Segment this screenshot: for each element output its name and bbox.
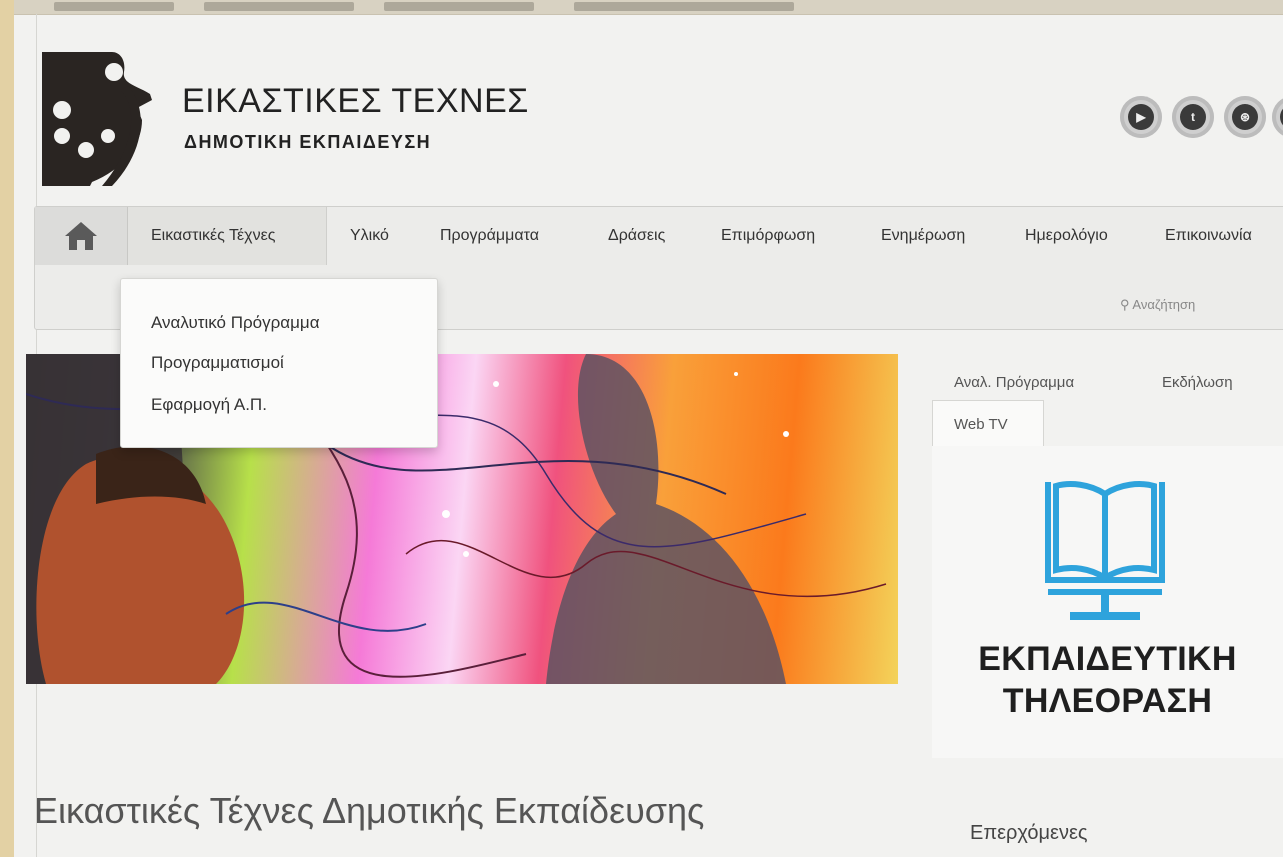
site-subtitle: ΔΗΜΟΤΙΚΗ ΕΚΠΑΙΔΕΥΣΗ	[184, 132, 432, 152]
home-button[interactable]	[35, 207, 128, 265]
sidebar-tabs: Αναλ. Πρόγραμμα Εκδήλωση Web TV	[932, 354, 1283, 447]
nav-item-contact[interactable]: Επικοινωνία	[1165, 227, 1252, 245]
more-social-button[interactable]	[1272, 96, 1283, 138]
dribbble-icon: ⊛	[1232, 104, 1258, 130]
sidebar: Αναλ. Πρόγραμμα Εκδήλωση Web TV ΕΚΠΑΙΔΕΥ…	[932, 354, 1283, 774]
nav-item-visual-arts[interactable]: Εικαστικές Τέχνες	[151, 227, 275, 245]
page-heading: Εικαστικές Τέχνες Δημοτικής Εκπαίδευσης	[34, 790, 705, 831]
nav-item-programs[interactable]: Προγράμματα	[440, 227, 539, 245]
nav-item-calendar[interactable]: Ημερολόγιο	[1025, 227, 1108, 245]
tv-title-line2: ΤΗΛΕΟΡΑΣΗ	[1002, 682, 1213, 720]
search-icon: ⚲	[1120, 297, 1133, 312]
upcoming-events-heading: Επερχόμενες	[970, 822, 1088, 844]
twitter-icon: t	[1180, 104, 1206, 130]
dropdown-item-curriculum[interactable]: Αναλυτικό Πρόγραμμα	[151, 313, 320, 333]
web-tv-panel[interactable]: ΕΚΠΑΙΔΕΥΤΙΚΗ ΤΗΛΕΟΡΑΣΗ	[932, 446, 1283, 758]
bookmarks-bar	[14, 0, 1283, 15]
nav-item-news[interactable]: Ενημέρωση	[881, 227, 965, 245]
tab-event[interactable]: Εκδήλωση	[1162, 374, 1233, 391]
nav-item-training[interactable]: Επιμόρφωση	[721, 227, 815, 245]
search-placeholder: Αναζήτηση	[1132, 297, 1196, 312]
visual-arts-dropdown: Αναλυτικό Πρόγραμμα Προγραμματισμοί Εφαρ…	[120, 278, 438, 448]
tab-curriculum[interactable]: Αναλ. Πρόγραμμα	[954, 374, 1074, 391]
home-icon	[65, 222, 97, 250]
search-field[interactable]: ⚲ Αναζήτηση	[1120, 297, 1195, 313]
tab-web-tv[interactable]: Web TV	[954, 416, 1008, 433]
nav-item-material[interactable]: Υλικό	[350, 227, 389, 245]
tv-title-line1: ΕΚΠΑΙΔΕΥΤΙΚΗ	[978, 640, 1237, 678]
site-title[interactable]: ΕΙΚΑΣΤΙΚΕΣ ΤΕΧΝΕΣ	[182, 82, 529, 121]
book-monitor-icon	[1045, 481, 1165, 620]
dribbble-button[interactable]: ⊛	[1224, 96, 1266, 138]
palette-logo-icon[interactable]	[42, 50, 152, 186]
twitter-button[interactable]: t	[1172, 96, 1214, 138]
youtube-icon: ▶	[1128, 104, 1154, 130]
dropdown-item-planning[interactable]: Προγραμματισμοί	[151, 353, 284, 373]
dropdown-item-application[interactable]: Εφαρμογή Α.Π.	[151, 395, 267, 415]
browser-viewport: ΕΙΚΑΣΤΙΚΕΣ ΤΕΧΝΕΣ ΔΗΜΟΤΙΚΗ ΕΚΠΑΙΔΕΥΣΗ ▶ …	[14, 0, 1283, 857]
youtube-button[interactable]: ▶	[1120, 96, 1162, 138]
nav-item-actions[interactable]: Δράσεις	[608, 227, 665, 245]
